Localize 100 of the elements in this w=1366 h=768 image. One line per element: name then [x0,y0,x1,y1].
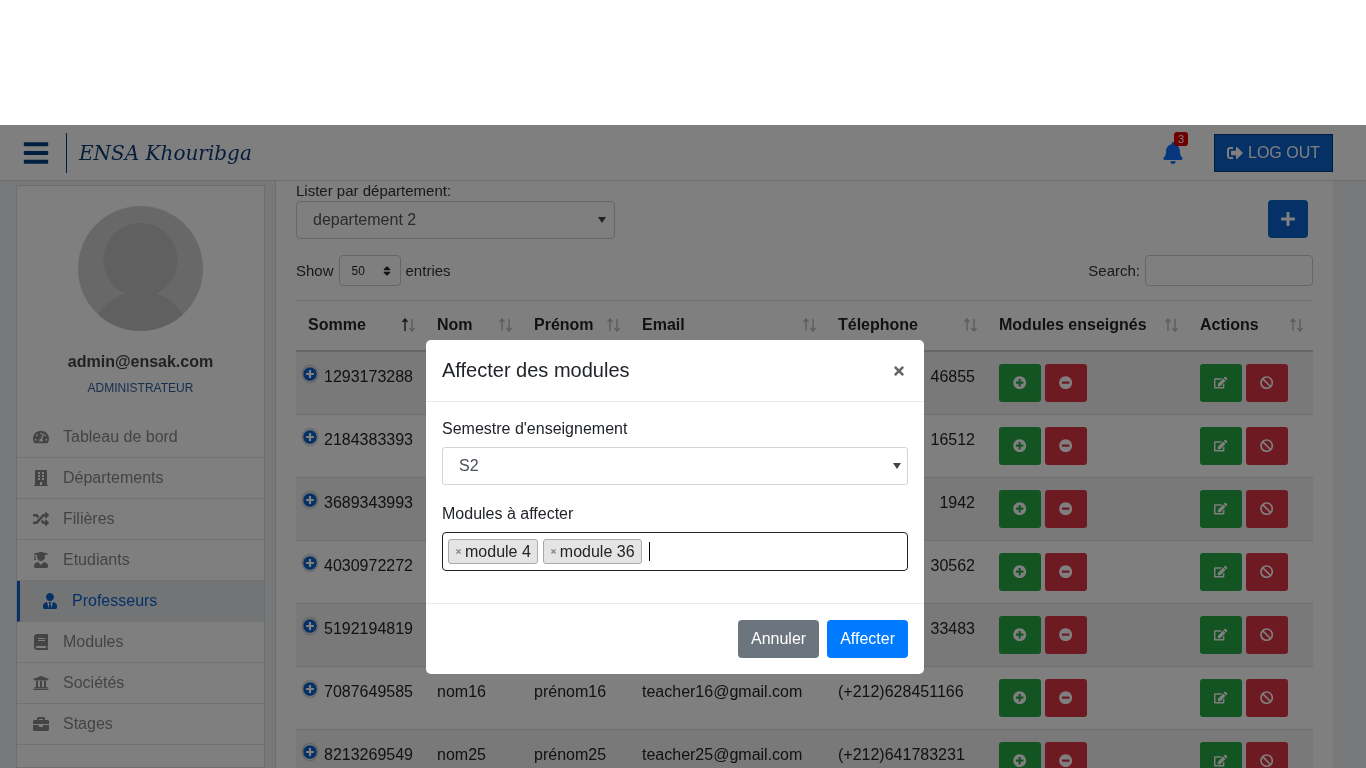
logout-button[interactable]: LOG OUT [1214,133,1333,172]
block-button[interactable] [1246,741,1288,768]
table-cell: (+212)641783231 [838,745,965,764]
search-field[interactable] [1145,255,1313,286]
edit-button[interactable] [1200,741,1242,768]
edit-icon [1214,627,1228,642]
column-header[interactable]: Somme [296,300,425,351]
brand-logo: ENSA Khouribga [79,140,252,165]
ban-icon [1260,501,1274,516]
block-button[interactable] [1246,678,1288,717]
block-button[interactable] [1246,552,1288,591]
sidebar-item[interactable]: Départements [17,458,264,499]
search-label: Search: [1088,262,1140,279]
add-module-button[interactable] [999,489,1041,528]
table-cell: 16512 [930,430,975,449]
plus-icon [1013,501,1027,516]
remove-icon[interactable] [455,548,462,555]
plus-icon [1013,438,1027,453]
table-cell: 4030972272 [324,556,413,575]
edit-button[interactable] [1200,678,1242,717]
remove-module-button[interactable] [1045,363,1087,402]
add-button[interactable] [1268,200,1308,238]
edit-icon [1214,690,1228,705]
notification-badge: 3 [1174,131,1189,146]
submit-button[interactable]: Affecter [827,620,908,658]
plus-icon [1013,690,1027,705]
modules-field[interactable]: module 4 module 36 [442,532,908,571]
remove-icon[interactable] [549,548,557,555]
table-cell: 1293173288 [324,367,413,386]
table-cell: 7087649585 [324,682,413,701]
department-select[interactable]: departement 2 [296,201,615,239]
sidebar-item[interactable]: Tableau de bord [17,417,264,458]
close-icon[interactable] [892,363,906,378]
remove-module-button[interactable] [1045,678,1087,717]
minus-icon [1059,627,1073,642]
block-button[interactable] [1246,489,1288,528]
minus-icon [1059,375,1073,390]
sidebar-item[interactable]: Stages [17,704,264,745]
nav-icon [42,593,58,609]
plus-icon [1013,753,1027,768]
sidebar-item[interactable]: Professeurs [17,581,264,622]
add-module-button[interactable] [999,426,1041,465]
entries-select[interactable]: 50 [338,255,401,286]
edit-button[interactable] [1200,426,1242,465]
nav-icon [33,675,49,691]
sidebar-item[interactable]: Sociétés [17,663,264,704]
block-button[interactable] [1246,426,1288,465]
module-tag[interactable]: module 4 [448,539,538,564]
entries-label: entries [405,262,451,279]
ban-icon [1260,564,1274,579]
minus-icon [1059,753,1073,768]
nav-icon [33,634,49,650]
expand-icon[interactable] [303,680,317,697]
add-module-button[interactable] [999,678,1041,717]
edit-button[interactable] [1200,615,1242,654]
plus-icon [1280,211,1296,227]
table-cell: 5192194819 [324,619,413,638]
edit-icon [1214,438,1228,453]
field-label: Modules à affecter [442,505,575,523]
minus-icon [1059,690,1073,705]
semester-select[interactable]: S2 [442,447,908,485]
table-cell: nom16 [437,682,486,701]
table-cell: 3689343993 [324,493,413,512]
column-header[interactable]: Modules enseignés [987,300,1188,351]
expand-icon[interactable] [303,365,317,382]
plus-icon [1013,375,1027,390]
add-module-button[interactable] [999,552,1041,591]
edit-button[interactable] [1200,552,1242,591]
sort-icon [381,264,392,277]
sidebar-item[interactable]: Filières [17,499,264,540]
expand-icon[interactable] [303,428,317,445]
nav-icon [33,716,49,732]
show-label: Show [296,262,334,279]
bell-icon[interactable] [1162,141,1184,164]
expand-icon[interactable] [303,617,317,634]
plus-icon [1013,564,1027,579]
sidebar-item[interactable]: Modules [17,622,264,663]
module-tag[interactable]: module 36 [542,539,642,564]
expand-icon[interactable] [303,743,317,760]
user-role: ADMINISTRATEUR [86,381,195,395]
modal-title: Affecter des modules [442,359,630,382]
remove-module-button[interactable] [1045,552,1087,591]
edit-button[interactable] [1200,489,1242,528]
minus-icon [1059,501,1073,516]
add-module-button[interactable] [999,615,1041,654]
block-button[interactable] [1246,615,1288,654]
cancel-button[interactable]: Annuler [738,620,820,658]
add-module-button[interactable] [999,741,1041,768]
remove-module-button[interactable] [1045,741,1087,768]
remove-module-button[interactable] [1045,489,1087,528]
edit-button[interactable] [1200,363,1242,402]
block-button[interactable] [1246,363,1288,402]
add-module-button[interactable] [999,363,1041,402]
expand-icon[interactable] [303,554,317,571]
expand-icon[interactable] [303,491,317,508]
remove-module-button[interactable] [1045,426,1087,465]
column-header[interactable]: Actions [1188,300,1313,351]
remove-module-button[interactable] [1045,615,1087,654]
filter-label: Lister par département: [296,181,453,200]
edit-icon [1214,375,1228,390]
